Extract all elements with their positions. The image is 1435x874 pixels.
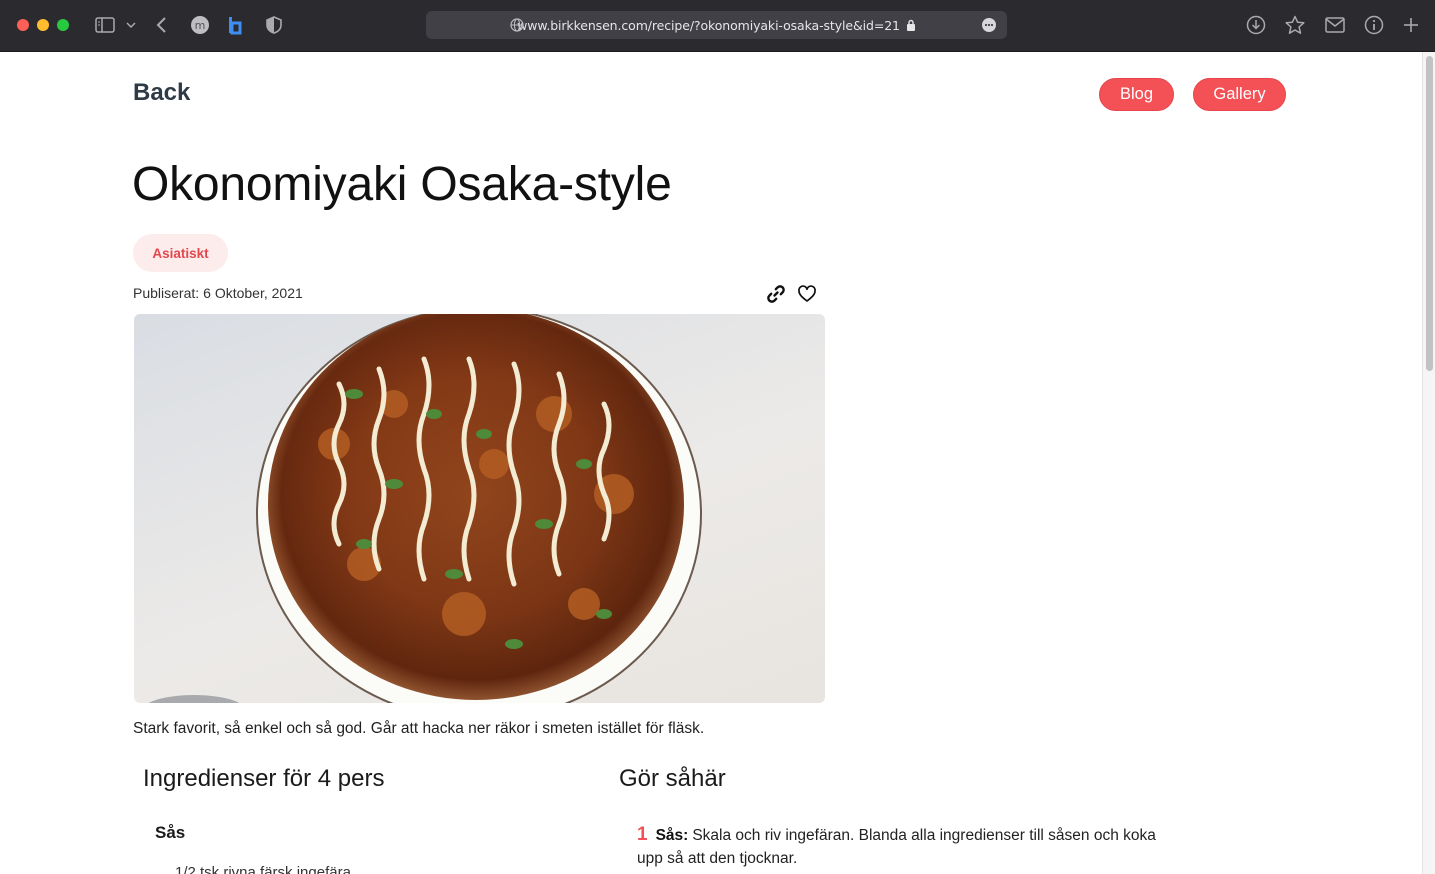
heart-icon[interactable] <box>797 284 817 304</box>
extension-m-icon[interactable]: m <box>188 13 212 37</box>
new-tab-plus-icon[interactable] <box>1399 13 1423 37</box>
info-icon[interactable] <box>1362 13 1386 37</box>
published-date: 6 Oktober, 2021 <box>203 285 303 301</box>
published-info: Publiserat: 6 Oktober, 2021 <box>133 285 303 301</box>
globe-icon <box>510 18 524 32</box>
svg-text:m: m <box>195 19 206 32</box>
recipe-title: Okonomiyaki Osaka-style <box>132 158 672 211</box>
mail-icon[interactable] <box>1323 13 1347 37</box>
shield-icon[interactable] <box>262 13 286 37</box>
lock-icon <box>906 19 915 31</box>
gallery-button[interactable]: Gallery <box>1193 78 1286 111</box>
category-tag[interactable]: Asiatiskt <box>133 234 228 272</box>
step-number: 1 <box>637 824 648 845</box>
minimize-window-button[interactable] <box>37 19 49 31</box>
steps-heading: Gör såhär <box>619 765 726 792</box>
address-bar[interactable]: www.birkkensen.com/recipe/?okonomiyaki-o… <box>426 11 1007 39</box>
back-arrow-icon[interactable] <box>150 13 174 37</box>
downloads-icon[interactable] <box>1244 13 1268 37</box>
close-window-button[interactable] <box>17 19 29 31</box>
step-item: 1 Sås: Skala och riv ingefäran. Blanda all… <box>637 823 1157 870</box>
page-scrollbar[interactable] <box>1422 52 1435 874</box>
link-icon[interactable] <box>766 284 786 304</box>
ingredients-heading: Ingredienser för 4 pers <box>143 765 385 792</box>
more-options-icon[interactable] <box>982 18 996 32</box>
blog-button[interactable]: Blog <box>1099 78 1174 111</box>
sidebar-toggle-icon[interactable] <box>93 13 117 37</box>
chevron-down-icon[interactable] <box>122 13 140 37</box>
ingredient-item: 1/2 tsk rivna färsk ingefära <box>175 864 351 874</box>
url-text: www.birkkensen.com/recipe/?okonomiyaki-o… <box>517 17 900 33</box>
step-text: Skala och riv ingefäran. Blanda alla ing… <box>637 827 1156 867</box>
bookmark-star-icon[interactable] <box>1283 13 1307 37</box>
step-label: Sås: <box>655 827 689 844</box>
extension-b-icon[interactable] <box>223 13 247 37</box>
ingredient-group-title: Sås <box>155 823 186 842</box>
recipe-description: Stark favorit, så enkel och så god. Går … <box>133 720 705 737</box>
recipe-page: Back Blog Gallery Okonomiyaki Osaka-styl… <box>0 52 1422 874</box>
zoom-window-button[interactable] <box>57 19 69 31</box>
browser-toolbar: m www.birkkensen.com/recipe/?okonomiyaki… <box>0 0 1435 52</box>
published-label: Publiserat: <box>133 285 200 301</box>
back-link[interactable]: Back <box>133 79 190 107</box>
recipe-photo <box>134 314 825 703</box>
scrollbar-thumb[interactable] <box>1426 56 1433 371</box>
